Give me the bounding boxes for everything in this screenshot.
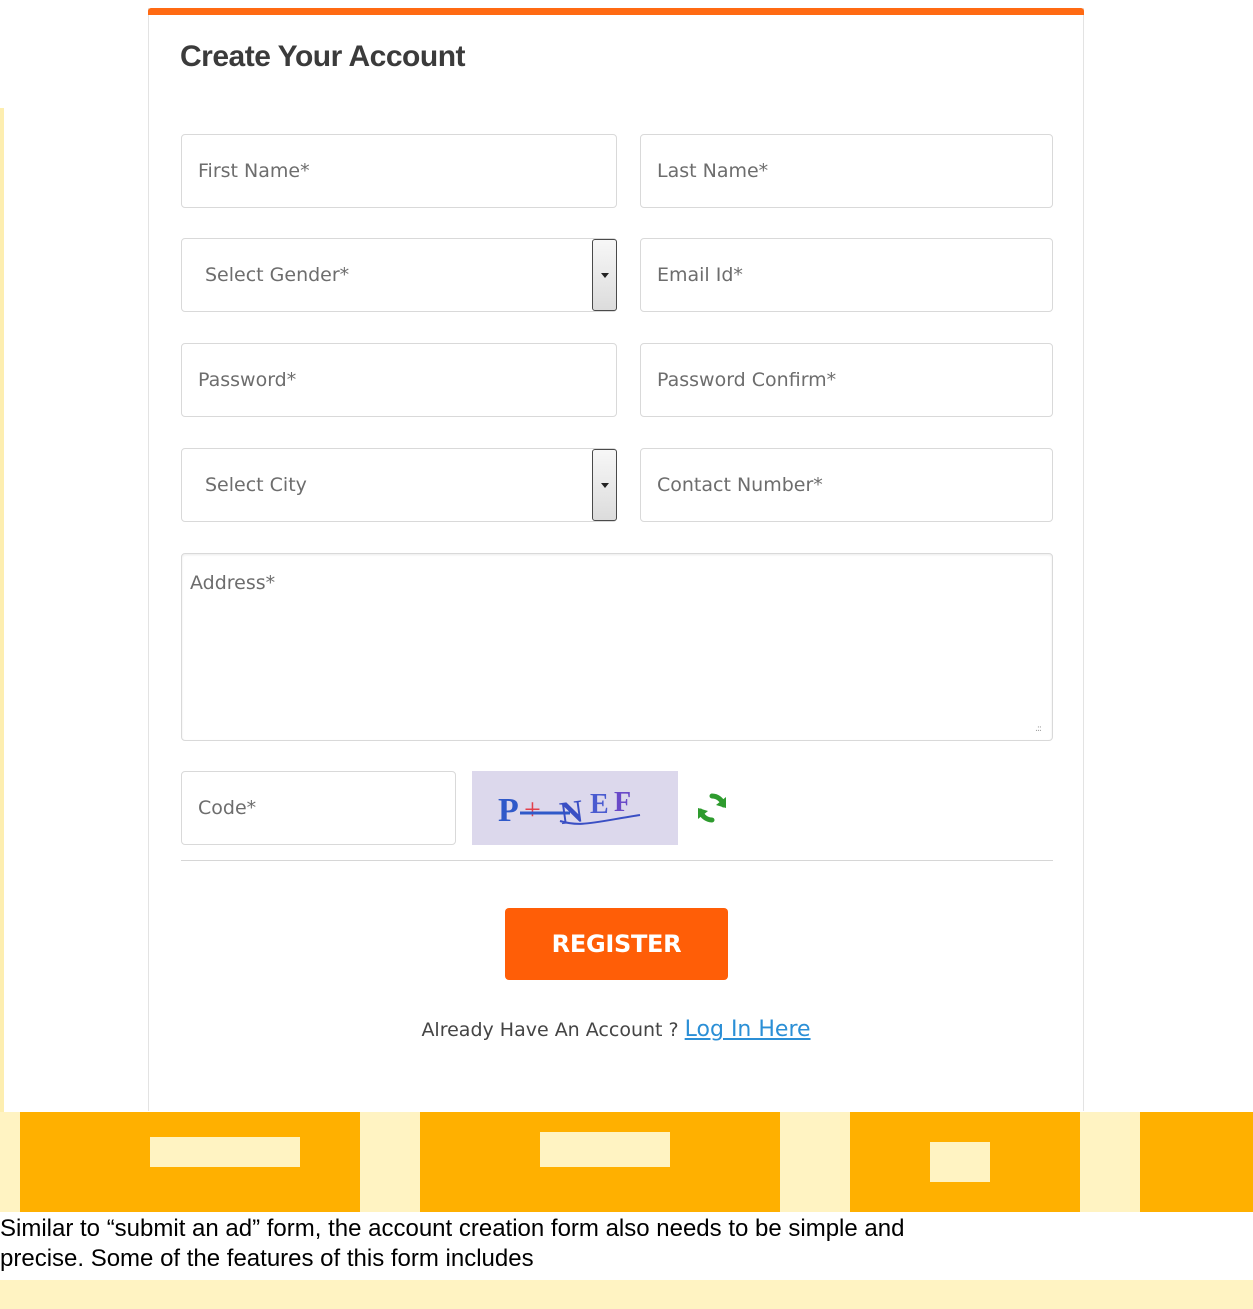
description-line-1: Similar to “submit an ad” form, the acco… [0, 1215, 905, 1242]
captcha-code-input[interactable] [181, 771, 456, 845]
password-confirm-input[interactable] [640, 343, 1053, 417]
register-form-card: Create Your Account Select Gender* Selec… [148, 8, 1084, 1111]
email-input[interactable] [640, 238, 1053, 312]
password-input[interactable] [181, 343, 617, 417]
svg-text:N: N [557, 792, 585, 831]
login-link[interactable]: Log In Here [685, 1017, 811, 1042]
register-button[interactable]: REGISTER [505, 908, 728, 980]
banner-shape [780, 1112, 850, 1212]
bottom-decorative-stripe [0, 1280, 1253, 1309]
svg-text:P: P [498, 792, 519, 829]
refresh-icon[interactable] [695, 791, 729, 825]
gender-dropdown-button[interactable] [592, 239, 617, 311]
banner-shape [1080, 1112, 1140, 1212]
banner-shape [150, 1137, 300, 1167]
form-divider [181, 860, 1053, 861]
last-name-input[interactable] [640, 134, 1053, 208]
chevron-down-icon [600, 272, 609, 278]
left-decorative-stripe [0, 108, 4, 1113]
gender-select-value: Select Gender* [205, 264, 350, 286]
resize-grip-icon[interactable]: .:: [1035, 724, 1077, 1106]
first-name-input[interactable] [181, 134, 617, 208]
city-dropdown-button[interactable] [592, 449, 617, 521]
address-textarea[interactable] [181, 553, 1053, 741]
decorative-banner [0, 1112, 1253, 1212]
captcha-image: P + N E F [472, 771, 678, 845]
description-line-2: precise. Some of the features of this fo… [0, 1245, 534, 1272]
card-accent-bar [148, 8, 1084, 15]
svg-text:E: E [590, 789, 609, 820]
login-prompt-text: Already Have An Account ? [421, 1019, 679, 1041]
page-title: Create Your Account [180, 40, 466, 73]
banner-shape [360, 1112, 420, 1212]
captcha-text-graphic: P + N E F [498, 787, 641, 831]
city-select-value: Select City [205, 474, 307, 496]
svg-text:+: + [524, 793, 541, 826]
gender-select[interactable]: Select Gender* [181, 238, 617, 312]
banner-shape [930, 1142, 990, 1182]
chevron-down-icon [600, 482, 609, 488]
svg-text:F: F [614, 787, 631, 818]
banner-shape [0, 1112, 20, 1212]
description-text: Similar to “submit an ad” form, the acco… [0, 1212, 1253, 1274]
login-prompt-row: Already Have An Account ? Log In Here [149, 1017, 1083, 1042]
contact-number-input[interactable] [640, 448, 1053, 522]
city-select[interactable]: Select City [181, 448, 617, 522]
banner-shape [540, 1132, 670, 1167]
